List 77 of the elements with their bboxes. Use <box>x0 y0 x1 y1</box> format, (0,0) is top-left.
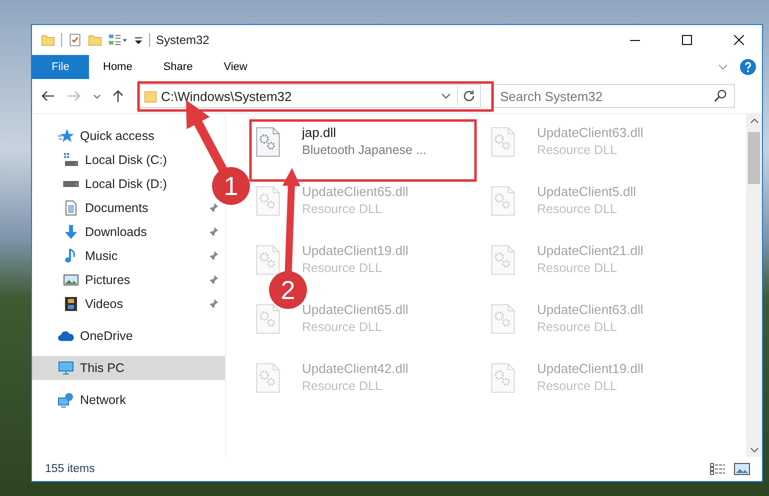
folder-icon[interactable] <box>41 32 55 48</box>
file-description: Resource DLL <box>537 379 618 393</box>
file-tab[interactable]: File <box>32 55 89 79</box>
up-icon[interactable] <box>111 89 125 103</box>
pin-icon[interactable] <box>208 298 219 309</box>
customize-toolbar-icon[interactable] <box>134 36 143 44</box>
window-title: System32 <box>156 33 210 47</box>
pin-icon[interactable] <box>208 202 219 213</box>
scroll-up-icon[interactable] <box>750 118 758 124</box>
step-number-badge: 1 <box>212 167 250 205</box>
file-name: UpdateClient63.dll <box>537 125 644 140</box>
scrollbar-thumb[interactable] <box>748 132 760 184</box>
maximize-icon <box>682 35 692 45</box>
forward-icon[interactable] <box>67 89 81 103</box>
sidebar-item[interactable]: Network <box>32 388 132 412</box>
ribbon-tab[interactable]: View <box>210 55 264 79</box>
file-name: UpdateClient65.dll <box>302 184 408 199</box>
item-count: 155 items <box>45 463 95 475</box>
drive-icon <box>63 181 79 187</box>
star-icon <box>58 128 74 144</box>
file-description: Bluetooth Japanese ... <box>302 143 426 157</box>
details-view-icon[interactable] <box>710 463 726 475</box>
scroll-down-icon[interactable] <box>750 447 758 453</box>
expand-ribbon-icon[interactable] <box>718 64 728 70</box>
gear-file-icon[interactable] <box>256 127 280 157</box>
file-description: Resource DLL <box>537 261 618 275</box>
file-description: Resource DLL <box>537 320 618 334</box>
search-icon[interactable] <box>714 89 727 102</box>
monitor-icon <box>58 360 74 376</box>
address-path: C:\Windows\System32 <box>161 88 292 104</box>
large-icons-view-icon[interactable] <box>734 463 750 475</box>
sidebar-item[interactable]: Videos <box>32 292 129 316</box>
sidebar-item[interactable]: This PC <box>32 356 225 380</box>
sidebar-item[interactable]: OneDrive <box>32 324 139 348</box>
pin-icon[interactable] <box>208 274 219 285</box>
scrollbar[interactable] <box>746 114 762 457</box>
folder-icon <box>144 88 157 104</box>
file-description: Resource DLL <box>302 202 383 216</box>
sidebar-item[interactable]: Music <box>32 244 124 268</box>
file-name: jap.dll <box>302 125 337 140</box>
file-name: UpdateClient19.dll <box>537 361 644 376</box>
download-arrow-icon <box>63 224 79 240</box>
sidebar-item[interactable]: Documents <box>32 196 154 220</box>
close-icon <box>734 35 744 45</box>
file-description: Resource DLL <box>302 379 383 393</box>
sidebar-item[interactable]: Local Disk (D:) <box>32 172 173 196</box>
sidebar-item[interactable]: Quick access <box>32 124 160 148</box>
file-description: Resource DLL <box>537 143 618 157</box>
sidebar-item[interactable]: Downloads <box>32 220 153 244</box>
ribbon-tab[interactable]: Home <box>89 55 150 79</box>
properties-icon[interactable] <box>68 32 82 48</box>
recent-locations-icon[interactable] <box>93 94 101 98</box>
view-options-icon[interactable] <box>108 32 128 48</box>
drive-icon <box>63 152 79 168</box>
step-number-badge: 2 <box>269 271 307 309</box>
file-name: UpdateClient19.dll <box>302 243 408 258</box>
dropdown-icon[interactable] <box>441 93 451 99</box>
file-name: UpdateClient21.dll <box>537 243 644 258</box>
film-icon <box>63 296 79 312</box>
file-description: Resource DLL <box>302 320 383 334</box>
file-name: UpdateClient5.dll <box>537 184 636 199</box>
file-description: Resource DLL <box>537 202 618 216</box>
file-name: UpdateClient42.dll <box>302 361 408 376</box>
network-icon <box>58 392 74 408</box>
sidebar-item[interactable]: Pictures <box>32 268 136 292</box>
back-icon[interactable] <box>41 89 55 103</box>
help-icon[interactable] <box>740 59 756 75</box>
new-folder-icon[interactable] <box>88 32 102 48</box>
address-bar[interactable]: C:\Windows\System32 <box>139 84 481 108</box>
document-icon <box>63 200 79 216</box>
ribbon-tab[interactable]: Share <box>149 55 210 79</box>
search-field[interactable]: Search System32 <box>493 84 735 108</box>
file-name: UpdateClient63.dll <box>537 302 644 317</box>
pin-icon[interactable] <box>208 226 219 237</box>
picture-icon <box>63 272 79 288</box>
pin-icon[interactable] <box>208 250 219 261</box>
sidebar-item[interactable]: Local Disk (C:) <box>32 148 173 172</box>
